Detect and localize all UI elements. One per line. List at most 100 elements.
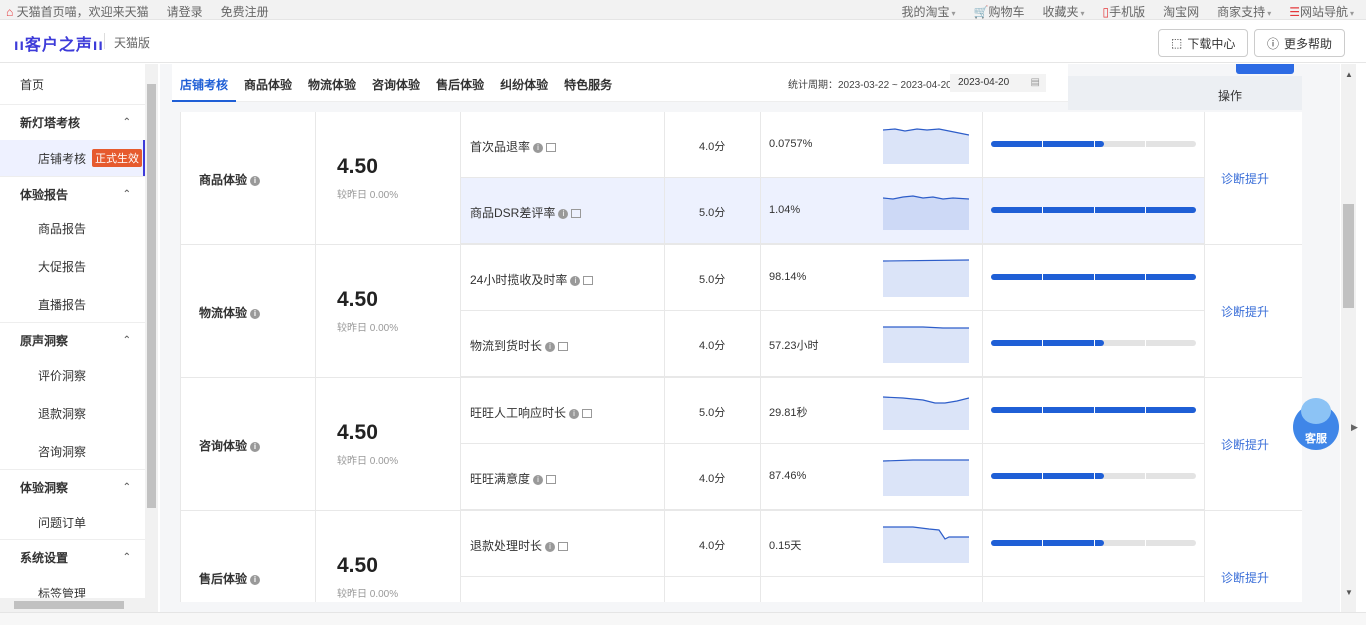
sidebar-group-experience-insight[interactable]: 体验洞察 ⌃ bbox=[0, 469, 145, 505]
tab-logistics[interactable]: 物流体验 bbox=[300, 64, 364, 102]
info-icon[interactable]: i bbox=[570, 275, 581, 286]
chevron-right-icon[interactable]: ▶ bbox=[1351, 422, 1358, 433]
tab-dispute[interactable]: 纠纷体验 bbox=[492, 64, 556, 102]
metric-name: 商品DSR差评率 i bbox=[470, 204, 582, 221]
tab-special[interactable]: 特色服务 bbox=[556, 64, 620, 102]
scrollbar-thumb[interactable] bbox=[1343, 204, 1354, 308]
login-link[interactable]: 请登录 bbox=[167, 3, 203, 20]
col-divider bbox=[982, 112, 983, 178]
metric-row: 退款处理时长 i 4.0分 0.15天 bbox=[461, 511, 1204, 577]
info-icon[interactable]: i bbox=[533, 474, 544, 485]
progress-fill bbox=[991, 340, 1104, 346]
cart-link[interactable]: 🛒购物车 bbox=[974, 3, 1025, 20]
info-icon[interactable]: i bbox=[569, 408, 580, 419]
merchant-support-link[interactable]: 商家支持 ▾ bbox=[1217, 3, 1271, 20]
metric-score: 4.0分 bbox=[699, 340, 726, 352]
info-icon[interactable]: i bbox=[545, 341, 556, 352]
trend-sparkline bbox=[883, 526, 969, 563]
info-icon[interactable]: i bbox=[250, 574, 261, 585]
sidebar-item-product-report[interactable]: 商品报告 bbox=[0, 210, 145, 246]
sidebar-horizontal-scrollbar[interactable] bbox=[0, 598, 145, 612]
main-scrollbar[interactable]: ▲ ▼ bbox=[1341, 64, 1356, 612]
sidebar-item-home[interactable]: 首页 bbox=[0, 66, 145, 102]
date-picker[interactable]: 2023-04-20 ▤ bbox=[950, 74, 1046, 92]
info-icon[interactable]: i bbox=[545, 541, 556, 552]
detail-icon[interactable] bbox=[546, 475, 557, 485]
sidebar-item-review-insight[interactable]: 评价洞察 bbox=[0, 357, 145, 393]
taobao-link[interactable]: 淘宝网 bbox=[1163, 3, 1199, 20]
trend-sparkline bbox=[883, 326, 969, 363]
app-header: ıı客户之声ıı 天猫版 ⬚ 下载中心 ⓘ 更多帮助 bbox=[0, 21, 1366, 63]
detail-icon[interactable] bbox=[546, 143, 557, 153]
sidebar-item-promo-report[interactable]: 大促报告 bbox=[0, 248, 145, 284]
my-taobao-link[interactable]: 我的淘宝 ▾ bbox=[902, 3, 956, 20]
metric-score: 4.0分 bbox=[699, 141, 726, 153]
top-nav-bar: ⌂ 天猫首页喵，欢迎来天猫 请登录 免费注册 我的淘宝 ▾ 🛒购物车 收藏夹 ▾ ▯… bbox=[0, 0, 1366, 20]
detail-icon[interactable] bbox=[571, 209, 582, 219]
primary-button-partial[interactable] bbox=[1236, 64, 1294, 74]
metric-value: 0.0757% bbox=[769, 138, 813, 150]
chevron-up-icon: ⌃ bbox=[122, 482, 131, 493]
operation-column-header: 操作 bbox=[1204, 76, 1302, 110]
site-nav-link[interactable]: ☰网站导航 ▾ bbox=[1289, 3, 1354, 20]
calendar-icon: ▤ bbox=[1030, 77, 1040, 88]
sidebar-scrollbar[interactable] bbox=[145, 64, 158, 614]
info-icon[interactable]: i bbox=[250, 441, 261, 452]
group-name: 售后体验 i bbox=[199, 570, 261, 587]
scrollbar-thumb[interactable] bbox=[147, 84, 156, 508]
diagnose-link[interactable]: 诊断提升 bbox=[1221, 170, 1269, 187]
mobile-link[interactable]: ▯手机版 bbox=[1103, 3, 1146, 20]
tab-shop-assessment[interactable]: 店铺考核 bbox=[172, 64, 237, 102]
sidebar-item-shop-assessment[interactable]: 店铺考核 正式生效 bbox=[0, 140, 145, 176]
info-icon[interactable]: i bbox=[558, 208, 569, 219]
col-divider bbox=[982, 245, 983, 311]
detail-icon[interactable] bbox=[558, 342, 569, 352]
score-progress-bar bbox=[991, 207, 1196, 213]
diagnose-link[interactable]: 诊断提升 bbox=[1221, 436, 1269, 453]
logo-divider bbox=[104, 33, 105, 49]
register-link[interactable]: 免费注册 bbox=[221, 3, 269, 20]
metric-value: 1.04% bbox=[769, 204, 801, 216]
tab-aftersale[interactable]: 售后体验 bbox=[428, 64, 492, 102]
col-divider bbox=[760, 444, 761, 510]
tmall-home-link[interactable]: ⌂ 天猫首页喵，欢迎来天猫 bbox=[6, 3, 149, 20]
download-center-button[interactable]: ⬚ 下载中心 bbox=[1158, 29, 1249, 57]
sidebar-group-voice-insight[interactable]: 原声洞察 ⌃ bbox=[0, 322, 145, 358]
detail-icon[interactable] bbox=[558, 542, 569, 552]
metric-score: 4.0分 bbox=[699, 473, 726, 485]
sidebar-item-live-report[interactable]: 直播报告 bbox=[0, 286, 145, 322]
service-label: 客服 bbox=[1305, 433, 1327, 445]
logo[interactable]: ıı客户之声ıı bbox=[14, 31, 104, 55]
sidebar-group-reports[interactable]: 体验报告 ⌃ bbox=[0, 176, 145, 212]
tab-product[interactable]: 商品体验 bbox=[236, 64, 300, 102]
scroll-up-icon[interactable]: ▲ bbox=[1345, 70, 1353, 79]
info-icon[interactable]: i bbox=[533, 142, 544, 153]
cart-icon: 🛒 bbox=[973, 5, 989, 19]
table-header-bg bbox=[1068, 76, 1204, 110]
help-button[interactable]: ⓘ 更多帮助 bbox=[1254, 29, 1346, 57]
diagnose-link[interactable]: 诊断提升 bbox=[1221, 569, 1269, 586]
detail-icon[interactable] bbox=[582, 409, 593, 419]
detail-icon[interactable] bbox=[583, 276, 594, 286]
score-progress-bar bbox=[991, 274, 1196, 280]
metric-value: 57.23小时 bbox=[769, 340, 819, 352]
sidebar-item-consult-insight[interactable]: 咨询洞察 bbox=[0, 433, 145, 469]
diagnose-link[interactable]: 诊断提升 bbox=[1221, 303, 1269, 320]
group-score: 4.50 bbox=[337, 554, 378, 577]
group-score-change: 较昨日 0.00% bbox=[337, 323, 399, 334]
scrollbar-thumb[interactable] bbox=[14, 601, 124, 609]
group-name: 商品体验 i bbox=[199, 171, 261, 188]
customer-service-button[interactable]: 客服 bbox=[1293, 398, 1339, 450]
info-icon[interactable]: i bbox=[250, 175, 261, 186]
tab-consult[interactable]: 咨询体验 bbox=[364, 64, 428, 102]
sidebar-group-lighthouse[interactable]: 新灯塔考核 ⌃ bbox=[0, 104, 145, 140]
scroll-down-icon[interactable]: ▼ bbox=[1345, 588, 1353, 597]
col-divider bbox=[760, 112, 761, 178]
group-row-logistics: 物流体验 i 4.50 较昨日 0.00% 24小时揽收及时率 i 5.0分 98.… bbox=[181, 245, 1302, 378]
sidebar-item-problem-orders[interactable]: 问题订单 bbox=[0, 504, 145, 540]
info-icon[interactable]: i bbox=[250, 308, 261, 319]
favorites-link[interactable]: 收藏夹 ▾ bbox=[1043, 3, 1085, 20]
trend-sparkline bbox=[883, 259, 969, 297]
sidebar-group-settings[interactable]: 系统设置 ⌃ bbox=[0, 539, 145, 575]
sidebar-item-refund-insight[interactable]: 退款洞察 bbox=[0, 395, 145, 431]
